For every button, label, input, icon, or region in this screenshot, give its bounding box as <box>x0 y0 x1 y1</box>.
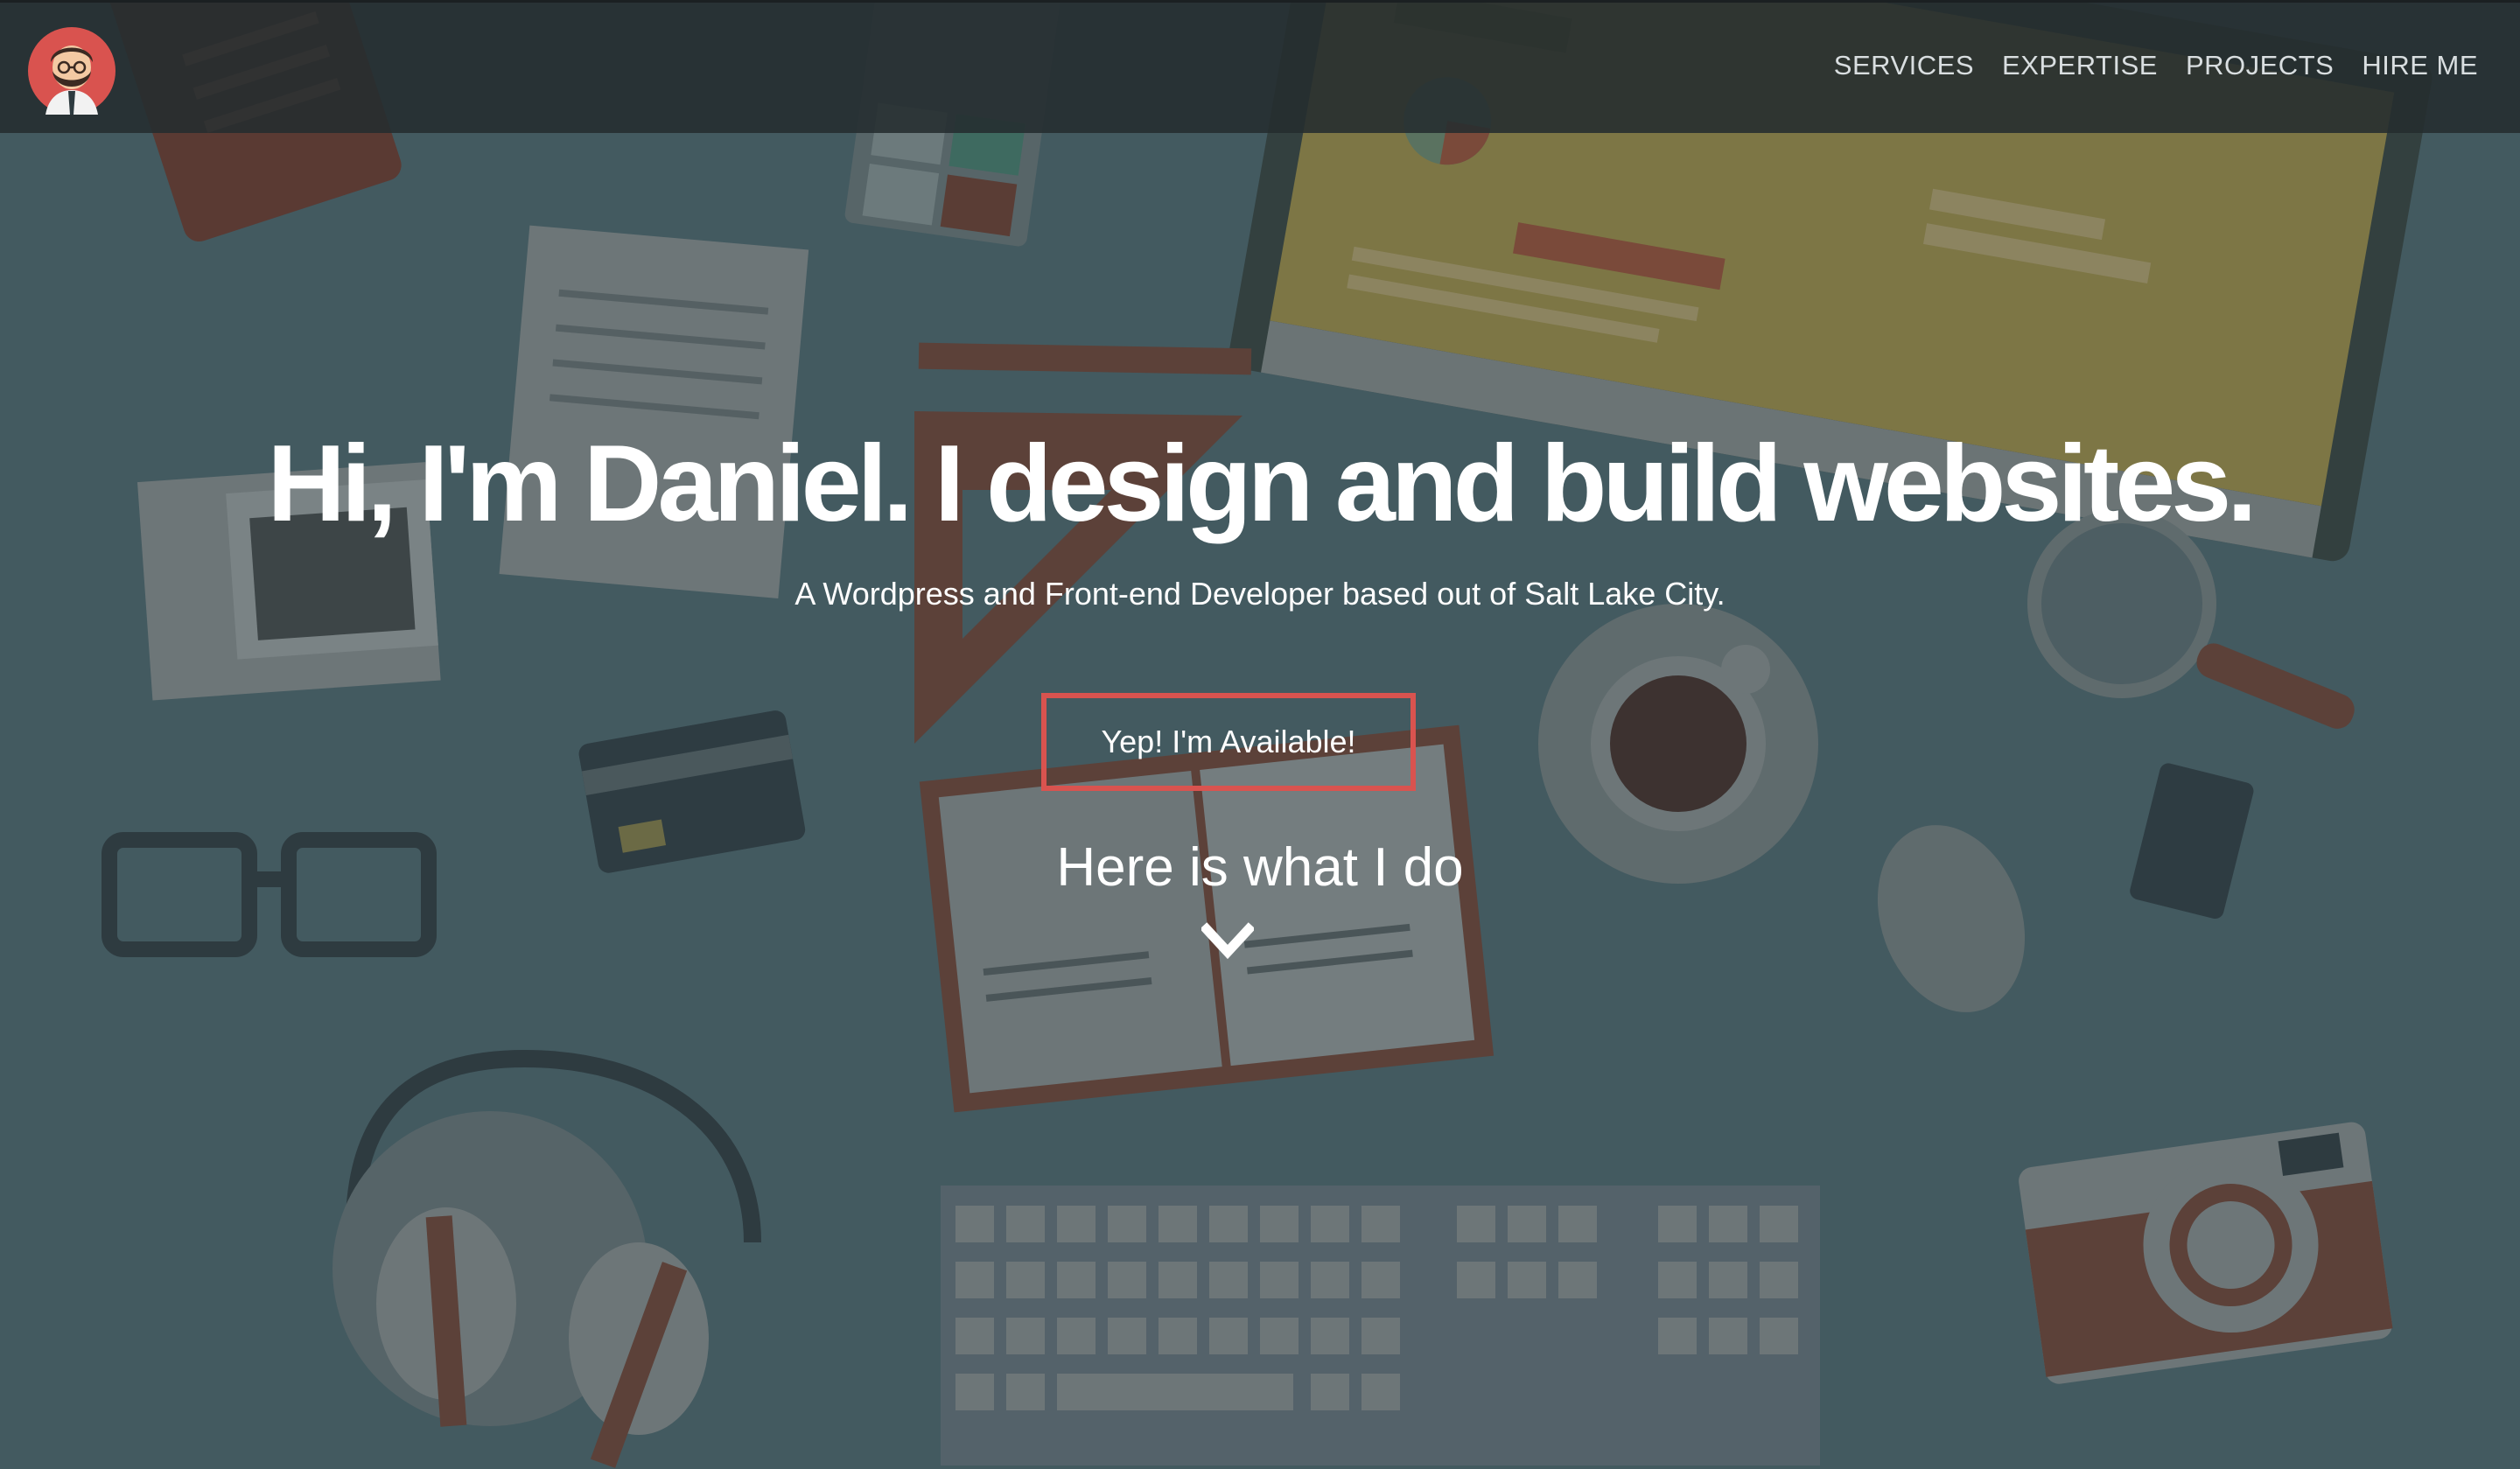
what-i-do-heading: Here is what I do <box>1056 837 1464 898</box>
headphones-illustration <box>332 1049 761 1468</box>
nav-link-expertise[interactable]: EXPERTISE <box>2002 50 2158 81</box>
camera-illustration <box>2019 1122 2393 1384</box>
nav-link-hire-me[interactable]: HIRE ME <box>2362 50 2478 81</box>
nav-link-projects[interactable]: PROJECTS <box>2186 50 2334 81</box>
developer-avatar-icon[interactable] <box>28 27 116 115</box>
top-navbar: SERVICES EXPERTISE PROJECTS HIRE ME <box>0 0 2520 133</box>
main-nav: SERVICES EXPERTISE PROJECTS HIRE ME <box>1834 50 2478 81</box>
nav-link-services[interactable]: SERVICES <box>1834 50 1974 81</box>
hero-headline: Hi, I'm Daniel. I design and build websi… <box>267 423 2257 544</box>
chevron-down-icon[interactable] <box>1201 922 1254 961</box>
hero-subtitle: A Wordpress and Front-end Developer base… <box>794 576 1726 612</box>
available-button[interactable]: Yep! I'm Available! <box>1041 693 1416 791</box>
keyboard-illustration <box>941 1186 1820 1466</box>
pencil-illustration <box>918 342 1252 375</box>
